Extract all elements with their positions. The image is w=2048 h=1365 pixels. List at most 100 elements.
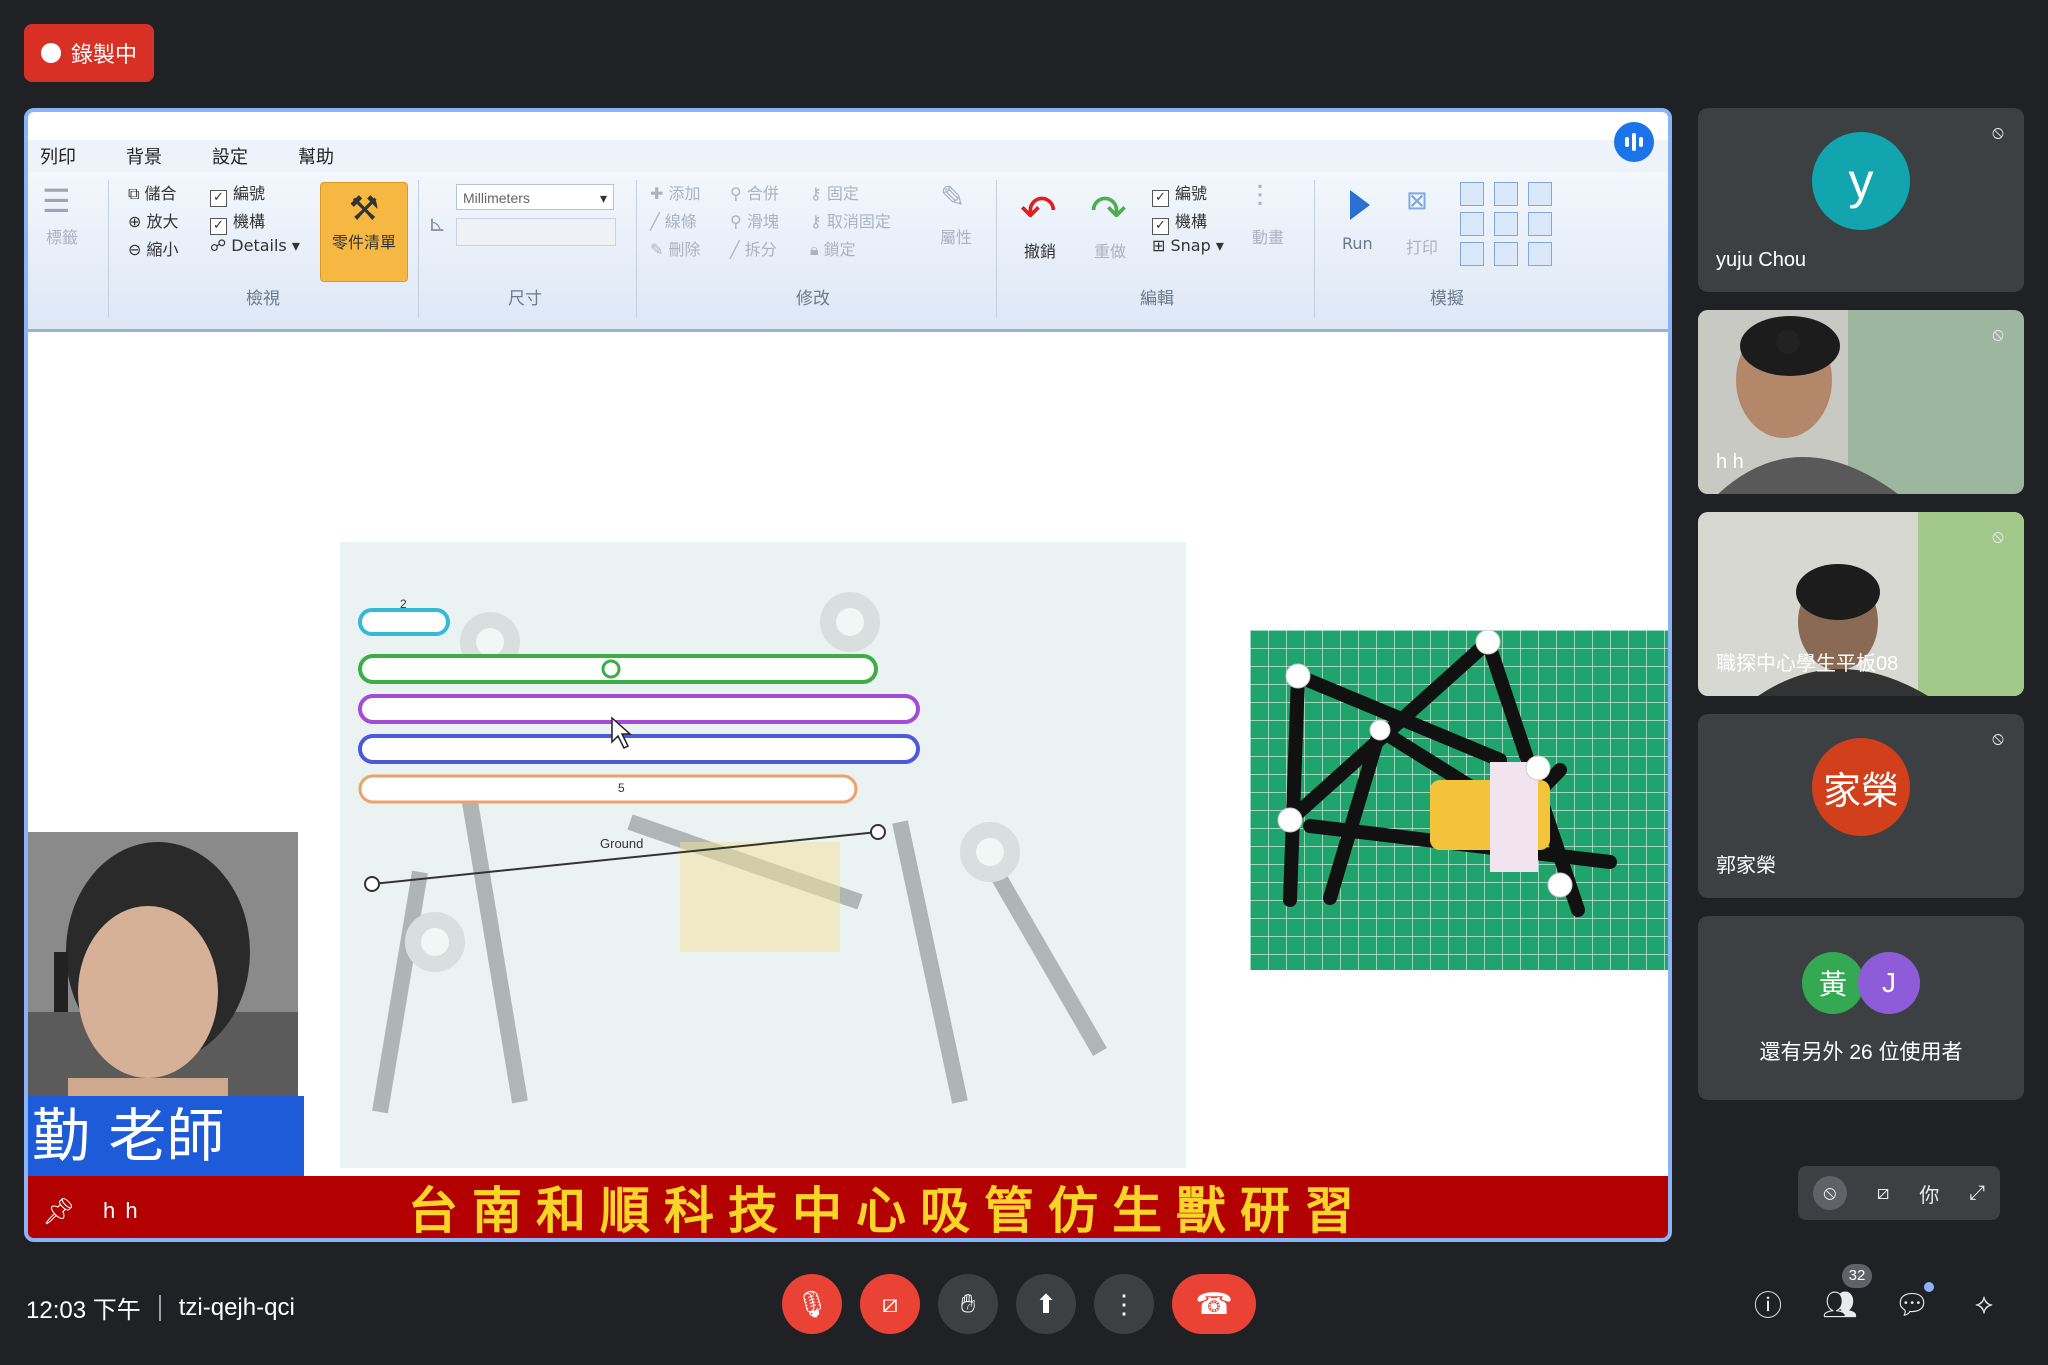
app-menubar: 列印 背景 設定 幫助 [28, 140, 1668, 172]
slider-button[interactable]: ⚲ 滑塊 [730, 208, 779, 232]
more-participants-tile[interactable]: 黃 J 還有另外 26 位使用者 [1698, 916, 2024, 1100]
link-purple [358, 694, 920, 724]
properties-label: 屬性 [940, 228, 973, 247]
mic-off-icon: ⦸ [1992, 526, 2004, 546]
sim-rewind-icon[interactable] [1460, 212, 1484, 236]
details-dropdown[interactable]: ☍ Details ▾ [210, 236, 300, 255]
self-label: 你 [1919, 1184, 1940, 1207]
participant-count-badge: 32 [1842, 1264, 1872, 1288]
present-button[interactable]: ⬆ [1016, 1274, 1076, 1334]
mic-off-icon: 🎙︎ [795, 1288, 829, 1319]
avatar: 家榮 [1812, 738, 1910, 836]
sim-first-icon[interactable] [1460, 182, 1484, 206]
undo-icon[interactable]: ↶ [1020, 186, 1057, 237]
people-button[interactable]: 👥︎ [1820, 1284, 1860, 1324]
participant-tile-tablet08[interactable]: ⦸ 職探中心學生平板08 [1698, 512, 2024, 696]
mechanism-checkbox[interactable]: ✓ 機構 [210, 208, 265, 235]
sim-stop-icon[interactable] [1528, 182, 1552, 206]
menu-settings[interactable]: 設定 [212, 143, 248, 169]
people-icon: 👥︎ [1822, 1288, 1858, 1320]
lock-button[interactable]: 🔒︎ 鎖定 [810, 236, 856, 260]
record-dot-icon [40, 43, 61, 63]
more-users-label: 還有另外 26 位使用者 [1759, 1041, 1963, 1064]
snap-dropdown[interactable]: ⊞ Snap ▾ [1152, 236, 1224, 255]
list-icon[interactable]: ☰ [42, 182, 71, 220]
zoom-out-button[interactable]: ⊖ 縮小 [128, 236, 179, 260]
meeting-code: tzi-qejh-qci [178, 1293, 295, 1321]
mic-off-icon: ⦸ [1992, 728, 2004, 748]
more-options-button[interactable]: ⋮ [1094, 1274, 1154, 1334]
raise-hand-button[interactable]: ✋︎ [938, 1274, 998, 1334]
animation-icon[interactable]: ⫶ [1256, 180, 1264, 215]
participant-name: 郭家榮 [1716, 855, 1776, 877]
redo-icon[interactable]: ↷ [1090, 186, 1127, 237]
expand-icon[interactable]: ⤢ [1969, 1182, 1985, 1205]
view-group-label: 檢視 [246, 289, 280, 309]
leave-call-button[interactable]: ☎ [1172, 1274, 1256, 1334]
sim-forward-icon[interactable] [1528, 212, 1552, 236]
menu-background[interactable]: 背景 [126, 143, 162, 169]
add-button[interactable]: ✚ 添加 [650, 180, 701, 204]
run-icon[interactable] [1350, 190, 1370, 220]
self-view-bar: ⦸ ⧄ 你 ⤢ [1798, 1166, 2000, 1220]
self-camera-off-icon[interactable]: ⧄ [1877, 1182, 1890, 1205]
camera-off-icon: ⧄ [881, 1288, 899, 1318]
activities-button[interactable]: ⟡ [1964, 1284, 2004, 1324]
sim-back-icon[interactable] [1494, 182, 1518, 206]
combine-button[interactable]: ⧉ 儲合 [128, 180, 177, 204]
sim-play-icon[interactable] [1494, 212, 1518, 236]
avatar-huang: 黃 [1802, 952, 1864, 1014]
model-area[interactable]: 2 5 Ground [340, 542, 1186, 1168]
units-select[interactable]: Millimeters [456, 184, 614, 211]
fix-button[interactable]: ⚷ 固定 [810, 180, 859, 204]
camera-toggle-button[interactable]: ⧄ [860, 1274, 920, 1334]
properties-icon[interactable]: ✎ [940, 180, 965, 215]
self-mic-off-icon[interactable]: ⦸ [1812, 1176, 1847, 1210]
print-icon[interactable]: ⊠ [1406, 186, 1428, 216]
info-icon: ⓘ [1753, 1290, 1782, 1321]
menu-help[interactable]: 幫助 [298, 143, 334, 169]
parts-list-button[interactable]: ⚒ 零件清單 [320, 182, 408, 282]
wrench-icon: ⚒ [348, 190, 380, 228]
link-cyan [358, 608, 450, 636]
hangup-icon: ☎ [1195, 1287, 1233, 1321]
number-checkbox[interactable]: ✓ 編號 [210, 180, 265, 207]
modify-group-label: 修改 [796, 289, 830, 309]
meeting-info: 12:03 下午 tzi-qejh-qci [26, 1290, 295, 1325]
meeting-details-button[interactable]: ⓘ [1748, 1284, 1788, 1324]
link-label-2: 2 [400, 597, 407, 611]
more-vert-icon: ⋮ [1111, 1288, 1137, 1319]
participant-tile-hh[interactable]: ⦸ h h [1698, 310, 2024, 494]
measure-icon: ⊾ [428, 212, 447, 237]
chat-notification-dot [1924, 1282, 1934, 1292]
presentation-stage: 列印 背景 設定 幫助 ☰ 標籤 ⧉ 儲合 ⊕ 放大 ⊖ 縮小 ✓ 編號 ✓ 機構 … [24, 108, 1672, 1242]
menu-print[interactable]: 列印 [40, 143, 76, 169]
edit-mechanism-checkbox[interactable]: ✓ 機構 [1152, 208, 1207, 235]
caption-banner: 📌︎ h h 台南和順科技中心吸管仿生獸研習 [28, 1176, 1668, 1238]
run-label: Run [1342, 234, 1373, 253]
mic-off-icon: ⦸ [1992, 324, 2004, 344]
participant-name: 職探中心學生平板08 [1716, 653, 1899, 675]
participant-tile-guo[interactable]: ⦸ 家榮 郭家榮 [1698, 714, 2024, 898]
mic-toggle-button[interactable]: 🎙︎ [782, 1274, 842, 1334]
participant-tile-yuju[interactable]: ⦸ y yuju Chou [1698, 108, 2024, 292]
participant-name: yuju Chou [1716, 249, 1807, 271]
merge-button[interactable]: ⚲ 合併 [730, 180, 779, 204]
redo-label: 重做 [1094, 242, 1127, 261]
parts-list-label: 零件清單 [331, 235, 396, 252]
zoom-in-button[interactable]: ⊕ 放大 [128, 208, 179, 232]
sim-end-icon[interactable] [1528, 242, 1552, 266]
split-button[interactable]: ╱ 拆分 [730, 236, 777, 260]
ground-label: Ground [600, 836, 643, 851]
unfix-button[interactable]: ⚷ 取消固定 [810, 208, 891, 232]
edit-number-checkbox[interactable]: ✓ 編號 [1152, 180, 1207, 207]
units-value-field[interactable] [456, 218, 616, 246]
recording-badge: 錄製中 [24, 24, 154, 82]
speaking-indicator-icon [1614, 122, 1654, 162]
sim-start-icon[interactable] [1460, 242, 1484, 266]
pin-icon[interactable]: 📌︎ [42, 1196, 75, 1227]
delete-button[interactable]: ✎ 刪除 [650, 236, 701, 260]
presenter-name-plate: 勤 老師 [28, 1096, 304, 1176]
line-button[interactable]: ╱ 線條 [650, 208, 697, 232]
sim-pause-icon[interactable] [1494, 242, 1518, 266]
